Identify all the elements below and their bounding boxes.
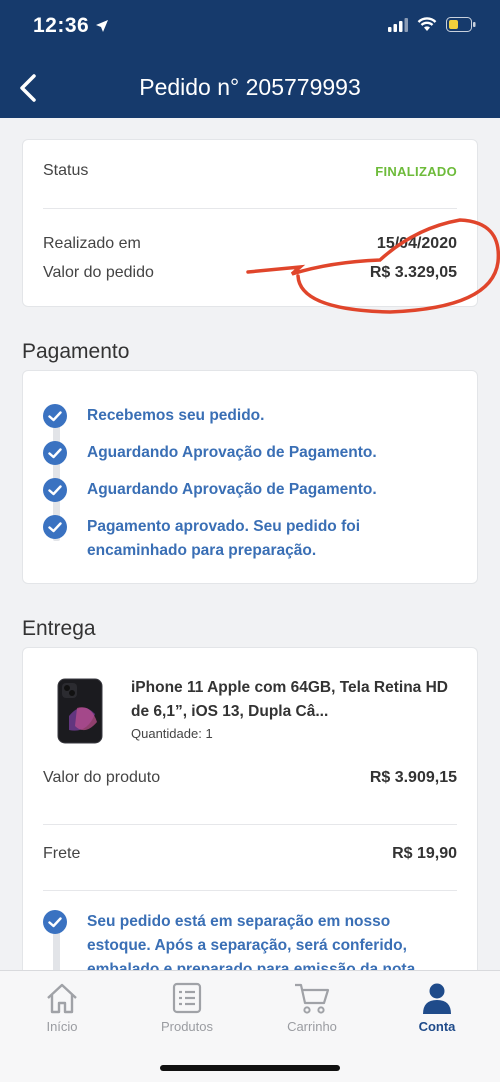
clock-text: 12:36 (33, 14, 90, 37)
payment-section-title: Pagamento (22, 340, 130, 363)
check-icon (43, 404, 67, 428)
tab-label: Início (46, 1019, 78, 1034)
status-label: Status (43, 162, 89, 179)
wifi-icon (417, 17, 437, 31)
payment-card: Recebemos seu pedido. Aguardando Aprovaç… (22, 370, 478, 584)
step-text: Pagamento aprovado. Seu pedido foi encam… (87, 518, 361, 559)
app-header: 12:36 Pedido n° 205779993 (0, 0, 500, 118)
product-value-label: Valor do produto (43, 769, 161, 786)
system-icons (388, 17, 476, 32)
payment-step: Recebemos seu pedido. (43, 404, 461, 428)
check-icon (43, 478, 67, 502)
status-badge: FINALIZADO (375, 163, 457, 179)
product-name[interactable]: iPhone 11 Apple com 64GB, Tela Retina HD… (131, 676, 461, 724)
location-arrow-icon (96, 20, 109, 32)
step-text: Aguardando Aprovação de Pagamento. (87, 444, 377, 461)
page-title: Pedido n° 205779993 (139, 74, 361, 100)
check-icon (43, 515, 67, 539)
shipping-row: Frete R$ 19,90 (43, 845, 457, 863)
divider (43, 824, 457, 825)
red-circle-annotation (246, 218, 500, 314)
payment-step: Aguardando Aprovação de Pagamento. (43, 441, 461, 465)
payment-step: Pagamento aprovado. Seu pedido foi encam… (43, 515, 461, 563)
check-icon (43, 441, 67, 465)
product-image[interactable] (57, 678, 103, 744)
check-icon (43, 910, 67, 934)
tab-label: Conta (418, 1019, 456, 1034)
step-text: Aguardando Aprovação de Pagamento. (87, 481, 377, 498)
product-value-row: Valor do produto R$ 3.909,15 (43, 769, 457, 787)
divider (43, 208, 457, 209)
product-quantity: Quantidade: 1 (131, 726, 213, 741)
payment-step: Aguardando Aprovação de Pagamento. (43, 478, 461, 502)
step-text: Recebemos seu pedido. (87, 407, 265, 424)
ios-status-bar: 12:36 (0, 0, 500, 52)
nav-bar: Pedido n° 205779993 (0, 60, 500, 116)
home-indicator[interactable] (160, 1065, 340, 1071)
shipping-value: R$ 19,90 (392, 845, 457, 862)
tab-label: Carrinho (287, 1019, 337, 1034)
status-row: Status FINALIZADO (43, 162, 457, 180)
date-label: Realizado em (43, 235, 141, 252)
tab-carrinho[interactable]: Carrinho (267, 981, 357, 1034)
clock: 12:36 (33, 14, 109, 38)
delivery-card: iPhone 11 Apple com 64GB, Tela Retina HD… (22, 647, 478, 988)
bottom-tab-bar: Início Produtos Carrinho Conta (0, 970, 500, 1082)
delivery-section-title: Entrega (22, 617, 96, 640)
tab-label: Produtos (160, 1019, 214, 1034)
list-icon (172, 982, 202, 1014)
tab-conta[interactable]: Conta (392, 981, 482, 1034)
product-value: R$ 3.909,15 (369, 769, 457, 786)
signal-icon (388, 17, 408, 32)
total-label: Valor do pedido (43, 264, 154, 281)
shipping-label: Frete (43, 845, 81, 862)
user-icon (423, 983, 451, 1014)
tab-inicio[interactable]: Início (17, 981, 107, 1034)
battery-icon (446, 17, 476, 32)
divider (43, 890, 457, 891)
home-icon (47, 983, 77, 1014)
tab-produtos[interactable]: Produtos (142, 981, 232, 1034)
cart-icon (295, 983, 330, 1014)
